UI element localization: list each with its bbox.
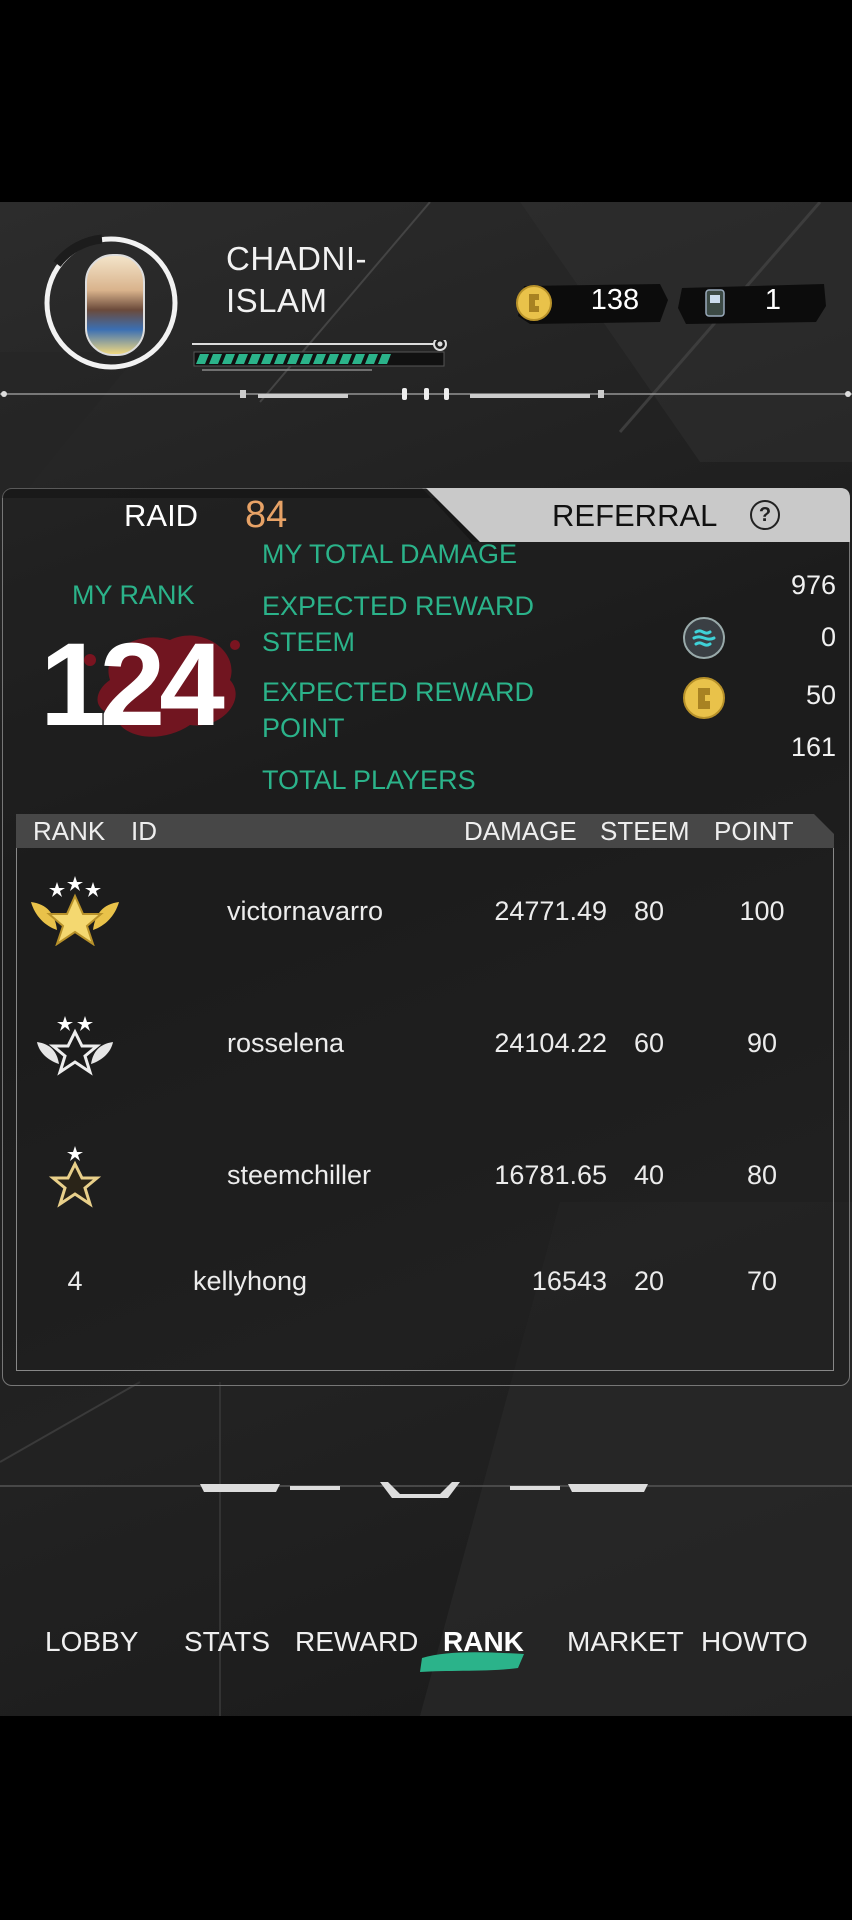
point-value: 100 — [739, 896, 785, 926]
nav-stats[interactable]: STATS — [184, 1626, 270, 1658]
damage-value: 24104.22 — [494, 1028, 607, 1058]
column-header-id: ID — [131, 816, 157, 846]
damage-value: 24771.49 — [494, 896, 607, 926]
column-header-steem: STEEM — [600, 816, 690, 846]
avatar[interactable] — [85, 254, 145, 356]
expected-point-label: EXPECTED REWARD POINT — [262, 677, 535, 743]
tab-referral[interactable]: REFERRAL — [552, 498, 717, 534]
my-rank-value: 124 — [40, 619, 225, 751]
table-row: victornavarro 24771.49 80 100 — [17, 866, 833, 976]
point-value: 90 — [746, 1028, 778, 1058]
nav-rank[interactable]: RANK — [443, 1626, 524, 1658]
player-name-line-1: CHADNI- — [226, 240, 367, 277]
game-screen: CHADNI- ISLAM 138 1 RAID 84 REFERRAL ? M… — [0, 202, 852, 1716]
nav-reward[interactable]: REWARD — [295, 1626, 418, 1658]
steem-value: 20 — [633, 1266, 665, 1296]
table-row: rosselena 24104.22 60 90 — [17, 998, 833, 1108]
table-row: steemchiller 16781.65 40 80 — [17, 1130, 833, 1240]
player-name: CHADNI- ISLAM — [226, 238, 446, 322]
damage-value: 16543 — [531, 1266, 607, 1296]
total-damage-value: 976 — [790, 570, 836, 600]
steem-value: 60 — [633, 1028, 665, 1058]
header-divider — [0, 388, 852, 400]
coin-count: 138 — [590, 284, 640, 316]
steem-value: 40 — [633, 1160, 665, 1190]
tab-raid[interactable]: RAID — [124, 498, 198, 534]
ticket-count: 1 — [764, 284, 782, 316]
rank-table[interactable]: victornavarro 24771.49 80 100 rosselena … — [16, 848, 834, 1371]
player-id: steemchiller — [227, 1160, 372, 1190]
player-name-line-2: ISLAM — [226, 282, 328, 319]
column-header-rank: RANK — [33, 816, 106, 846]
steem-value: 80 — [633, 896, 665, 926]
my-rank-label: MY RANK — [72, 580, 195, 610]
raid-number: 84 — [245, 494, 288, 536]
rank-number: 4 — [67, 1266, 83, 1296]
nav-howto[interactable]: HOWTO — [701, 1626, 808, 1658]
help-icon[interactable]: ? — [750, 500, 780, 530]
table-row: 4 kellyhong 16543 20 70 — [17, 1262, 833, 1370]
rank-3-bronze-badge-icon — [48, 1146, 102, 1208]
player-id: rosselena — [227, 1028, 345, 1058]
rank-1-gold-badge-icon — [31, 876, 119, 946]
column-header-damage: DAMAGE — [464, 816, 577, 846]
player-id: kellyhong — [193, 1266, 308, 1296]
expected-point-value: 50 — [805, 680, 836, 710]
point-coin-icon — [683, 677, 725, 719]
nav-market[interactable]: MARKET — [567, 1626, 684, 1658]
column-header-point: POINT — [714, 816, 794, 846]
experience-bar — [192, 340, 447, 371]
player-id: victornavarro — [227, 896, 384, 926]
point-value: 70 — [746, 1266, 778, 1296]
nav-lobby[interactable]: LOBBY — [45, 1626, 138, 1658]
total-damage-label: MY TOTAL DAMAGE — [262, 539, 518, 569]
total-players-label: TOTAL PLAYERS — [262, 765, 476, 795]
expected-steem-value: 0 — [820, 622, 836, 652]
point-value: 80 — [746, 1160, 778, 1190]
damage-value: 16781.65 — [494, 1160, 607, 1190]
steem-icon — [683, 617, 725, 659]
rank-2-silver-badge-icon — [37, 1016, 113, 1076]
expected-steem-label: EXPECTED REWARD STEEM — [262, 591, 535, 657]
footer-divider — [0, 1482, 852, 1498]
total-players-value: 161 — [790, 732, 836, 762]
